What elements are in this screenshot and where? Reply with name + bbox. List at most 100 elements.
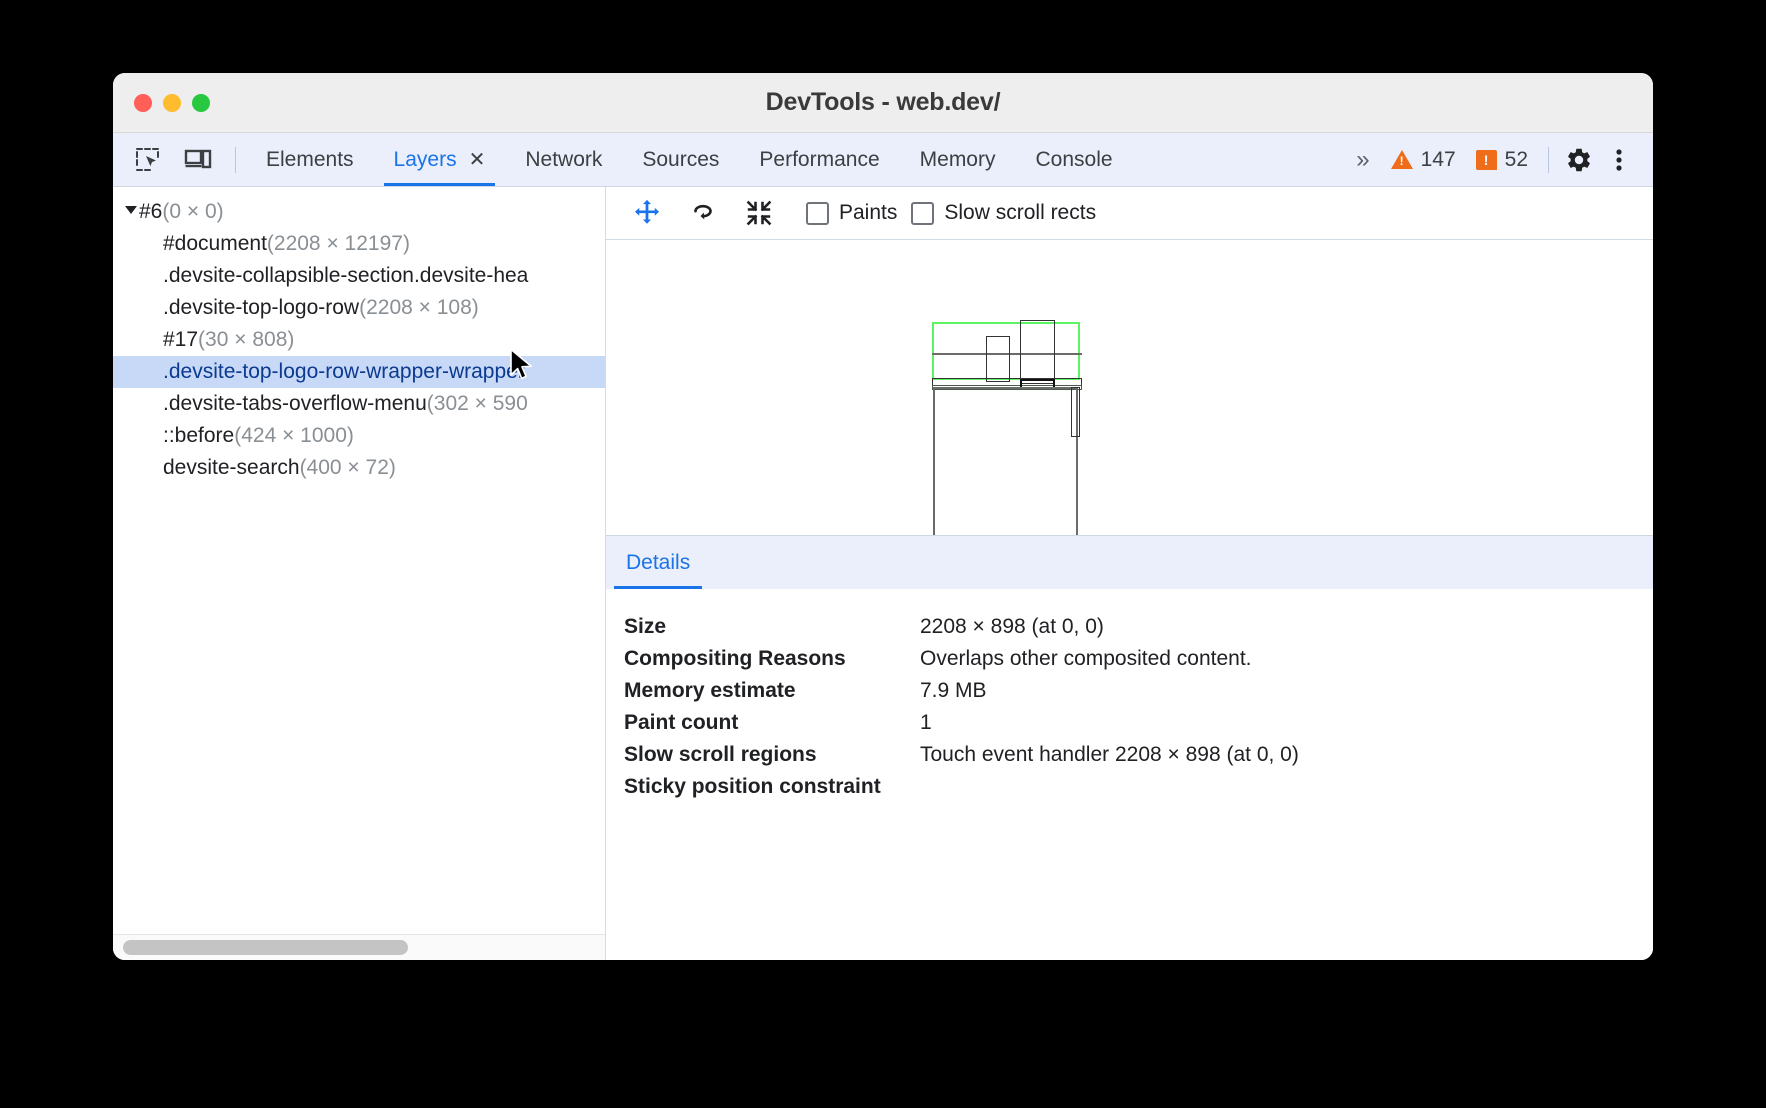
scrollbar-thumb[interactable]	[123, 940, 408, 955]
details-content: Size 2208 × 898 (at 0, 0) Compositing Re…	[606, 589, 1653, 960]
layer-dims: (0 × 0)	[162, 200, 223, 223]
tabbar-divider	[235, 147, 236, 173]
issues-counter[interactable]: 52	[1466, 148, 1538, 172]
tabbar-left-icons	[113, 133, 246, 186]
details-row: Memory estimate 7.9 MB	[624, 675, 1653, 707]
checkbox-box[interactable]	[806, 202, 829, 225]
reset-view-icon[interactable]	[736, 193, 782, 233]
tab-label: Memory	[920, 148, 996, 172]
device-toolbar-icon[interactable]	[179, 141, 217, 179]
details-value: Overlaps other composited content.	[920, 647, 1252, 671]
layer-dims: (30 × 808)	[198, 328, 294, 351]
slow-scroll-rects-label: Slow scroll rects	[944, 201, 1096, 225]
details-row: Paint count 1	[624, 707, 1653, 739]
chevron-down-icon[interactable]	[125, 206, 137, 214]
tab-console[interactable]: Console	[1015, 133, 1132, 186]
tabbar-right-cluster: » 147 52	[1342, 133, 1653, 186]
inspect-element-icon[interactable]	[129, 141, 167, 179]
slow-scroll-rects-checkbox[interactable]: Slow scroll rects	[911, 201, 1096, 225]
layer-name: .devsite-tabs-overflow-menu	[163, 392, 427, 415]
checkbox-box[interactable]	[911, 202, 934, 225]
close-icon[interactable]: ✕	[469, 150, 486, 170]
tab-sources[interactable]: Sources	[622, 133, 739, 186]
layer-tree-row-collapsible-section[interactable]: .devsite-collapsible-section.devsite-hea	[113, 260, 605, 292]
details-key: Slow scroll regions	[624, 743, 920, 767]
layers-panel: #6(0 × 0) #document(2208 × 12197) .devsi…	[113, 187, 1653, 960]
warnings-count: 147	[1421, 148, 1456, 172]
layer-dims: (400 × 72)	[300, 456, 396, 479]
layer-tree-row-17[interactable]: #17(30 × 808)	[113, 324, 605, 356]
layer-dims: (424 × 1000)	[234, 424, 354, 447]
layer-tree-horizontal-scrollbar[interactable]	[113, 934, 605, 960]
issues-count: 52	[1505, 148, 1528, 172]
paints-checkbox[interactable]: Paints	[806, 201, 897, 225]
tabbar-divider-right	[1548, 147, 1549, 173]
details-row: Slow scroll regions Touch event handler …	[624, 739, 1653, 771]
panel-tabs: Elements Layers ✕ Network Sources Perfor…	[246, 133, 1133, 186]
layer-name: devsite-search	[163, 456, 300, 479]
layer-tree-row-devsite-search[interactable]: devsite-search(400 × 72)	[113, 452, 605, 484]
details-row: Compositing Reasons Overlaps other compo…	[624, 643, 1653, 675]
devtools-tabbar: Elements Layers ✕ Network Sources Perfor…	[113, 133, 1653, 187]
tab-network[interactable]: Network	[505, 133, 622, 186]
details-row: Size 2208 × 898 (at 0, 0)	[624, 611, 1653, 643]
details-row: Sticky position constraint	[624, 771, 1653, 803]
issue-icon	[1476, 150, 1497, 170]
tab-label: Sources	[642, 148, 719, 172]
details-key: Compositing Reasons	[624, 647, 920, 671]
details-value: Touch event handler 2208 × 898 (at 0, 0)	[920, 743, 1299, 767]
details-key: Size	[624, 615, 920, 639]
layer-tree-row-top-logo-row[interactable]: .devsite-top-logo-row(2208 × 108)	[113, 292, 605, 324]
layer-viewer-pane: Paints Slow scroll rects	[606, 187, 1653, 960]
layer-rect-small-left	[986, 336, 1010, 382]
more-tabs-icon[interactable]: »	[1342, 148, 1380, 172]
details-key: Sticky position constraint	[624, 775, 920, 799]
tab-memory[interactable]: Memory	[900, 133, 1016, 186]
layer-name: #6	[139, 200, 162, 223]
warnings-counter[interactable]: 147	[1381, 148, 1466, 172]
gear-icon[interactable]	[1559, 140, 1599, 180]
tab-elements[interactable]: Elements	[246, 133, 374, 186]
tab-details[interactable]: Details	[606, 536, 710, 589]
tab-layers[interactable]: Layers ✕	[374, 133, 506, 186]
tab-performance[interactable]: Performance	[739, 133, 899, 186]
details-tabstrip: Details	[606, 535, 1653, 589]
layer-rect-right-sliver	[1071, 387, 1080, 437]
minimize-window-button[interactable]	[163, 94, 181, 112]
layer-name: .devsite-top-logo-row	[163, 296, 359, 319]
layer-name: ::before	[163, 424, 234, 447]
layer-dims: (2208 × 108)	[359, 296, 479, 319]
close-window-button[interactable]	[134, 94, 152, 112]
layer-tree-row-top-logo-row-wrapper-wrapper[interactable]: .devsite-top-logo-row-wrapper-wrapper	[113, 356, 605, 388]
layer-tree-row-tabs-overflow-menu[interactable]: .devsite-tabs-overflow-menu(302 × 590	[113, 388, 605, 420]
layer-tree-pane: #6(0 × 0) #document(2208 × 12197) .devsi…	[113, 187, 606, 960]
screen-root: DevTools - web.dev/	[0, 0, 1766, 1108]
paints-label: Paints	[839, 201, 897, 225]
tab-label: Elements	[266, 148, 354, 172]
window-titlebar: DevTools - web.dev/	[113, 73, 1653, 133]
window-title: DevTools - web.dev/	[113, 88, 1653, 117]
layer-tree-row-before[interactable]: ::before(424 × 1000)	[113, 420, 605, 452]
details-tab-label: Details	[626, 551, 690, 575]
details-key: Memory estimate	[624, 679, 920, 703]
details-value: 1	[920, 711, 932, 735]
tab-label: Network	[525, 148, 602, 172]
layer-3d-canvas[interactable]	[606, 240, 1653, 535]
layer-name: #document	[163, 232, 267, 255]
rotate-mode-icon[interactable]	[680, 193, 726, 233]
layer-name: .devsite-top-logo-row-wrapper-wrapper	[163, 360, 525, 383]
zoom-window-button[interactable]	[192, 94, 210, 112]
layer-name: .devsite-collapsible-section.devsite-hea	[163, 264, 528, 287]
window-controls	[134, 73, 210, 132]
layer-dims: (2208 × 12197)	[267, 232, 410, 255]
layer-tree-root-row[interactable]: #6(0 × 0)	[113, 196, 605, 228]
warning-icon	[1391, 150, 1413, 169]
layer-tree-row-document[interactable]: #document(2208 × 12197)	[113, 228, 605, 260]
layer-name: #17	[163, 328, 198, 351]
kebab-menu-icon[interactable]	[1599, 140, 1639, 180]
layer-rect-tall-center	[1020, 320, 1055, 384]
details-value: 2208 × 898 (at 0, 0)	[920, 615, 1104, 639]
pan-mode-icon[interactable]	[624, 193, 670, 233]
layer-rect-document-body	[933, 387, 1078, 535]
tab-label: Console	[1035, 148, 1112, 172]
